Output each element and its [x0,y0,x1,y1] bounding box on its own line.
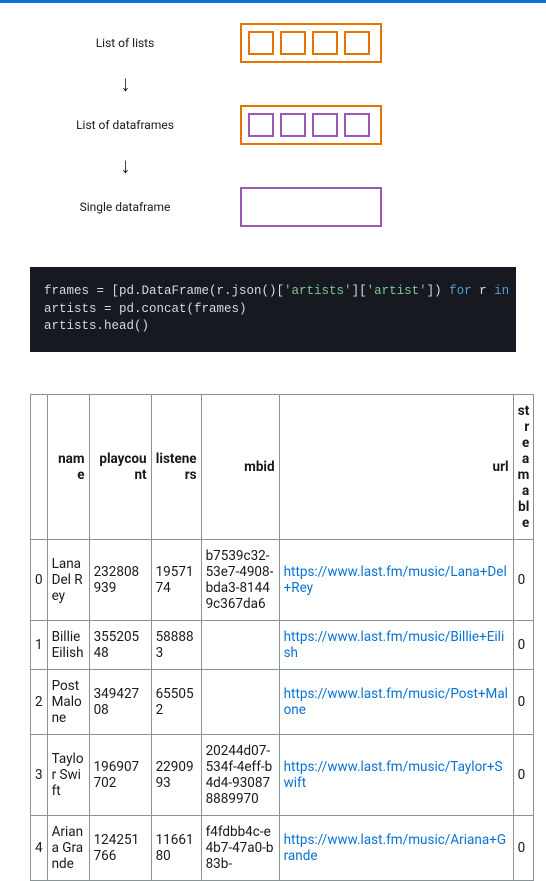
cell-listeners: 1166180 [151,815,201,880]
inner-box [344,113,370,137]
cell-name: Lana Del Rey [47,539,89,620]
table-row: 0Lana Del Rey2328089391957174b7539c32-53… [31,539,534,620]
artists-table: name playcount listeners mbid url stream… [30,394,534,881]
artist-url-link[interactable]: https://www.last.fm/music/Billie+Eilish [284,629,505,661]
cell-listeners: 2290993 [151,734,201,815]
code-string: 'artist' [367,284,427,298]
table-row: 1Billie Eilish35520548588883 https://www.… [31,620,534,669]
cell-playcount: 196907702 [89,734,151,815]
pipeline-diagram: List of lists ↓ List of dataframes ↓ Sin… [0,3,546,267]
cell-mbid [201,620,279,669]
inner-box [280,31,306,55]
cell-mbid: f4fdbb4c-e4b7-47a0-b83b- [201,815,279,880]
code-text: ]) [427,284,450,298]
col-name: name [47,394,89,539]
dataframe-output: name playcount listeners mbid url stream… [0,394,546,881]
code-text: r [472,284,495,298]
cell-playcount: 35520548 [89,620,151,669]
code-string: 'artists' [284,284,352,298]
row-index: 2 [31,669,48,734]
cell-name: Post Malone [47,669,89,734]
cell-url: https://www.last.fm/music/Post+Malone [279,669,513,734]
artist-url-link[interactable]: https://www.last.fm/music/Lana+Del+Rey [284,564,507,596]
artist-url-link[interactable]: https://www.last.fm/music/Post+Malone [284,686,508,718]
cell-streamable: 0 [513,669,534,734]
cell-url: https://www.last.fm/music/Taylor+Swift [279,734,513,815]
cell-url: https://www.last.fm/music/Ariana+Grande [279,815,513,880]
cell-playcount: 34942708 [89,669,151,734]
cell-url: https://www.last.fm/music/Billie+Eilish [279,620,513,669]
code-keyword: for [449,284,472,298]
artist-url-link[interactable]: https://www.last.fm/music/Taylor+Swift [284,759,503,791]
artist-url-link[interactable]: https://www.last.fm/music/Ariana+Grande [284,832,506,864]
code-text: responses] [509,284,516,298]
col-mbid: mbid [201,394,279,539]
col-playcount: playcount [89,394,151,539]
cell-playcount: 124251766 [89,815,151,880]
cell-listeners: 1957174 [151,539,201,620]
single-dataframe-box [240,187,382,227]
diagram-label-list-of-dataframes: List of dataframes [10,118,240,132]
inner-box [280,113,306,137]
cell-mbid: b7539c32-53e7-4908-bda3-81449c367da6 [201,539,279,620]
cell-streamable: 0 [513,539,534,620]
down-arrow-icon: ↓ [120,155,130,177]
col-streamable: streamable [513,394,534,539]
table-header-row: name playcount listeners mbid url stream… [31,394,534,539]
cell-url: https://www.last.fm/music/Lana+Del+Rey [279,539,513,620]
table-row: 2Post Malone34942708655052 https://www.la… [31,669,534,734]
list-of-lists-boxes [240,23,382,63]
cell-streamable: 0 [513,620,534,669]
inner-box [248,31,274,55]
cell-streamable: 0 [513,734,534,815]
code-text: artists = pd.concat(frames) [44,302,247,316]
code-text: artists.head() [44,319,149,333]
cell-playcount: 232808939 [89,539,151,620]
col-listeners: listeners [151,394,201,539]
code-text: frames = [pd.DataFrame(r.json()[ [44,284,284,298]
page-content: List of lists ↓ List of dataframes ↓ Sin… [0,3,546,881]
table-row: 3Taylor Swift196907702229099320244d07-53… [31,734,534,815]
diagram-label-list-of-lists: List of lists [10,36,240,50]
row-index: 1 [31,620,48,669]
row-index: 4 [31,815,48,880]
code-block: frames = [pd.DataFrame(r.json()['artists… [30,267,516,352]
cell-listeners: 655052 [151,669,201,734]
col-url: url [279,394,513,539]
code-keyword: in [494,284,509,298]
row-index: 0 [31,539,48,620]
index-header [31,394,48,539]
down-arrow-icon: ↓ [120,73,130,95]
inner-box [312,113,338,137]
inner-box [312,31,338,55]
table-row: 4Ariana Grande1242517661166180f4fdbb4c-e… [31,815,534,880]
cell-name: Ariana Grande [47,815,89,880]
cell-mbid: 20244d07-534f-4eff-b4d4-930878889970 [201,734,279,815]
cell-listeners: 588883 [151,620,201,669]
cell-name: Taylor Swift [47,734,89,815]
inner-box [344,31,370,55]
inner-box [248,113,274,137]
diagram-label-single-dataframe: Single dataframe [10,200,240,214]
cell-streamable: 0 [513,815,534,880]
code-text: ][ [352,284,367,298]
row-index: 3 [31,734,48,815]
cell-mbid [201,669,279,734]
cell-name: Billie Eilish [47,620,89,669]
list-of-dataframes-boxes [240,105,382,145]
